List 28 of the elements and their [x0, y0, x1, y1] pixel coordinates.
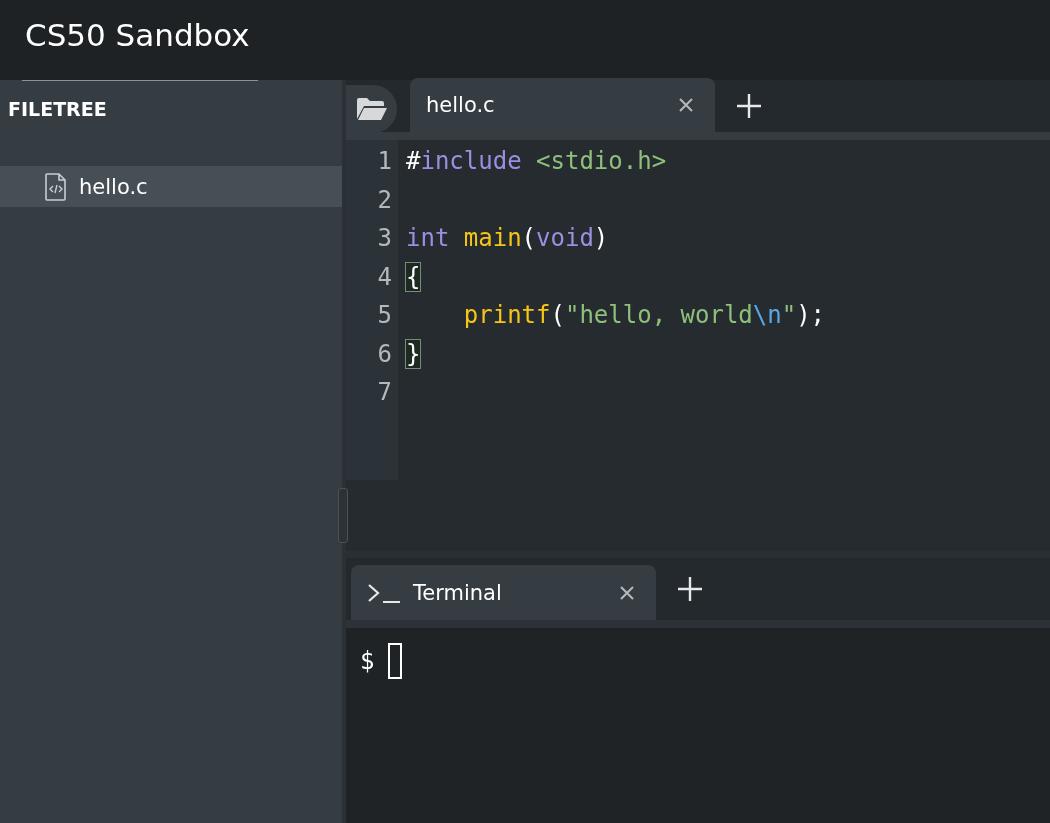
code-line: #include <stdio.h>	[406, 147, 667, 175]
code-line: int main(void)	[406, 224, 609, 252]
filetree-heading: FILETREE	[7, 97, 108, 122]
line-number: 6	[376, 338, 393, 370]
add-terminal-icon[interactable]	[678, 577, 702, 601]
open-folder-button[interactable]	[346, 85, 397, 133]
code-line: printf("hello, world\n");	[462, 301, 826, 329]
line-number: 2	[376, 184, 393, 216]
line-number: 5	[376, 300, 393, 331]
text-cursor	[388, 642, 403, 679]
close-icon[interactable]	[620, 585, 634, 600]
terminal-panel[interactable]: $	[346, 628, 1050, 823]
resize-handle[interactable]	[338, 488, 348, 543]
shell-prompt: $	[360, 646, 375, 675]
line-number: 7	[376, 377, 393, 408]
line-number: 3	[376, 223, 393, 254]
code-editor[interactable]: 1 2 3 4 5 6 7 #include <stdio.h> int main(void) { printf("hello, world\n"); }	[346, 140, 1050, 558]
terminal-icon	[367, 582, 401, 603]
code-file-icon	[45, 172, 67, 201]
add-tab-icon[interactable]	[737, 94, 761, 118]
line-number: 4	[376, 261, 393, 293]
terminal-tab[interactable]: Terminal	[351, 565, 656, 620]
app-title: CS50 Sandbox	[25, 17, 250, 55]
file-item[interactable]: hello.c	[0, 166, 342, 207]
close-icon[interactable]	[679, 98, 693, 112]
editor-tab[interactable]: hello.c	[410, 78, 715, 132]
folder-icon	[355, 97, 388, 121]
line-number: 1	[376, 146, 393, 177]
